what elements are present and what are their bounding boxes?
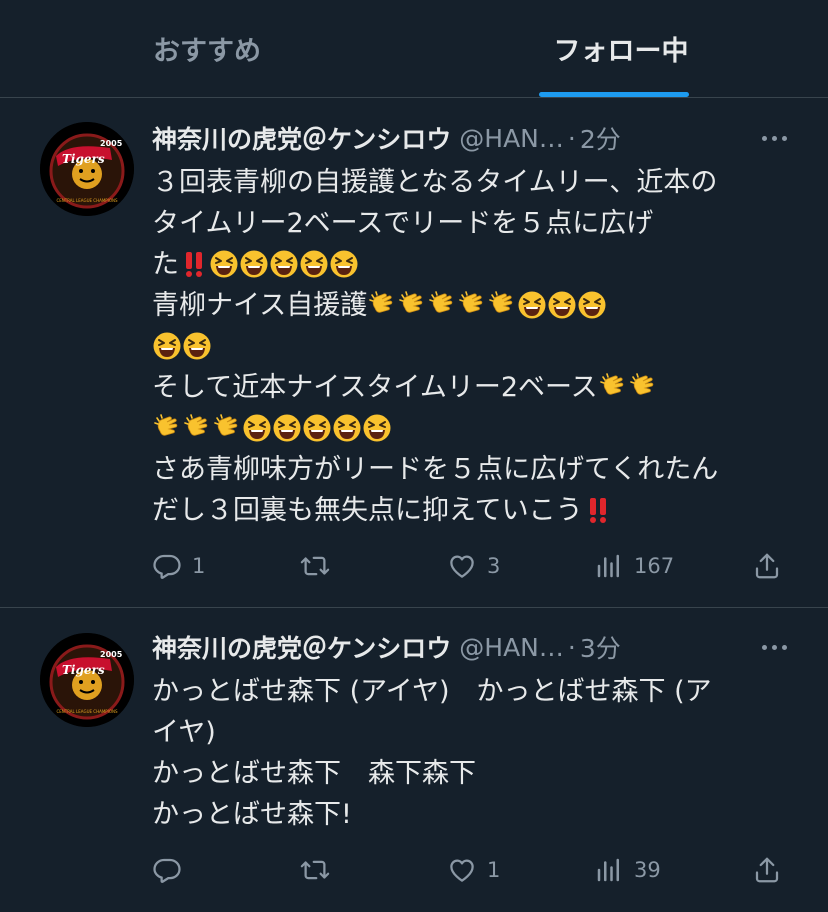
laughing-face-emoji — [333, 414, 361, 442]
clapping-hands-emoji — [154, 414, 178, 436]
retweet-button[interactable] — [300, 546, 340, 586]
tweet-line: 青柳ナイス自援護 — [152, 285, 792, 326]
laughing-face-emoji — [243, 414, 271, 442]
tigers-logo-avatar: 2005 Tigers CENTRAL LEAGUE CHAMPIONS — [40, 122, 134, 216]
laughing-face-emoji — [273, 414, 301, 442]
laughing-face-emoji — [210, 250, 238, 278]
avatar[interactable]: 2005 Tigers CENTRAL LEAGUE CHAMPIONS — [40, 122, 134, 216]
active-tab-indicator — [539, 92, 689, 97]
more-icon[interactable] — [756, 633, 792, 661]
share-icon — [755, 857, 779, 883]
laughing-face-emoji — [518, 291, 546, 319]
laughing-face-emoji — [578, 291, 606, 319]
tigers-logo-avatar: 2005 Tigers CENTRAL LEAGUE CHAMPIONS — [40, 633, 134, 727]
tweet-line: た — [152, 244, 792, 285]
separator-dot: · — [567, 123, 576, 153]
share-button[interactable] — [752, 850, 782, 890]
tweet-line: そして近本ナイスタイムリー2ベース — [152, 367, 792, 408]
tweet-line — [152, 408, 792, 449]
tweet-text: かっとばせ森下 (アイヤ) かっとばせ森下 (ア イヤ) かっとばせ森下 森下森… — [152, 671, 792, 835]
clapping-hands-emoji — [489, 291, 513, 313]
retweet-button[interactable] — [300, 850, 340, 890]
laughing-face-emoji — [270, 250, 298, 278]
tweet-header: 神奈川の虎党＠ケンシロウ @HAN… · 3分 — [152, 627, 792, 667]
tweet-header: 神奈川の虎党＠ケンシロウ @HAN… · 2分 — [152, 118, 792, 158]
tweet[interactable]: 2005 Tigers CENTRAL LEAGUE CHAMPIONS 神奈川… — [0, 98, 828, 608]
clapping-hands-emoji — [214, 414, 238, 436]
view-count: 167 — [634, 554, 675, 578]
timeline-tabs: おすすめ フォロー中 — [0, 0, 828, 98]
clapping-hands-emoji — [629, 373, 653, 395]
laughing-face-emoji — [548, 291, 576, 319]
avatar-logo-wordmark: Tigers — [62, 663, 105, 677]
tweet-line: だし３回裏も無失点に抑えていこう — [152, 490, 792, 531]
double-exclamation-emoji — [589, 498, 606, 523]
author-name[interactable]: 神奈川の虎党＠ケンシロウ — [152, 629, 451, 665]
tweet-actions: 1 39 — [152, 850, 792, 890]
heart-icon — [450, 555, 474, 578]
retweet-icon — [300, 860, 330, 880]
tweet[interactable]: 2005 Tigers CENTRAL LEAGUE CHAMPIONS 神奈川… — [0, 609, 828, 912]
more-icon[interactable] — [756, 124, 792, 152]
laughing-face-emoji — [363, 414, 391, 442]
views-button[interactable]: 167 — [594, 546, 674, 586]
clapping-hands-emoji — [459, 291, 483, 313]
like-count: 1 — [487, 858, 501, 882]
share-icon — [755, 553, 779, 579]
tab-following[interactable]: フォロー中 — [414, 0, 828, 97]
reply-button[interactable]: 1 — [152, 546, 205, 586]
tweet-line: さあ青柳味方がリードを５点に広げてくれたん — [152, 454, 719, 485]
tweet-line: タイムリー2ベースでリードを５点に広げ — [152, 208, 654, 239]
avatar-logo-year: 2005 — [100, 650, 123, 659]
like-button[interactable]: 3 — [447, 546, 500, 586]
tweet-line: かっとばせ森下! — [152, 799, 352, 830]
clapping-hands-emoji — [184, 414, 208, 436]
laughing-face-emoji — [240, 250, 268, 278]
views-button[interactable]: 39 — [594, 850, 661, 890]
laughing-face-emoji — [330, 250, 358, 278]
reply-icon — [153, 554, 181, 579]
tweet-line: かっとばせ森下 (アイヤ) かっとばせ森下 (ア — [152, 676, 712, 707]
like-button[interactable]: 1 — [447, 850, 500, 890]
clapping-hands-emoji — [369, 291, 393, 313]
clapping-hands-emoji — [429, 291, 453, 313]
author-handle[interactable]: @HAN… — [459, 124, 564, 153]
reply-count: 1 — [192, 554, 206, 578]
view-count: 39 — [634, 858, 661, 882]
reply-icon — [153, 858, 181, 883]
views-icon — [597, 858, 619, 882]
tweet-text: ３回表青柳の自援護となるタイムリー、近本の タイムリー2ベースでリードを５点に広… — [152, 162, 792, 531]
separator-dot: · — [567, 632, 576, 662]
timestamp[interactable]: 2分 — [580, 120, 621, 156]
share-button[interactable] — [752, 546, 782, 586]
tweet-line: かっとばせ森下 森下森下 — [152, 758, 476, 789]
tweet-line: イヤ) — [152, 717, 216, 748]
tweet-line: ３回表青柳の自援護となるタイムリー、近本の — [152, 167, 718, 198]
tab-for-you[interactable]: おすすめ — [0, 0, 414, 97]
double-exclamation-emoji — [186, 252, 202, 277]
heart-icon — [450, 859, 474, 882]
laughing-face-emoji — [303, 414, 331, 442]
tweet-line — [152, 326, 792, 367]
avatar[interactable]: 2005 Tigers CENTRAL LEAGUE CHAMPIONS — [40, 633, 134, 727]
laughing-face-emoji — [153, 332, 181, 360]
like-count: 3 — [487, 554, 501, 578]
author-name[interactable]: 神奈川の虎党＠ケンシロウ — [152, 120, 451, 156]
views-icon — [597, 554, 619, 578]
author-handle[interactable]: @HAN… — [459, 633, 564, 662]
tweet-actions: 1 3 167 — [152, 546, 792, 586]
clapping-hands-emoji — [599, 373, 623, 395]
laughing-face-emoji — [183, 332, 211, 360]
retweet-icon — [300, 556, 330, 576]
laughing-face-emoji — [300, 250, 328, 278]
avatar-logo-ring-text: CENTRAL LEAGUE CHAMPIONS — [56, 198, 118, 203]
clapping-hands-emoji — [399, 291, 423, 313]
timestamp[interactable]: 3分 — [580, 629, 621, 665]
reply-button[interactable] — [152, 850, 192, 890]
avatar-logo-year: 2005 — [100, 139, 123, 148]
avatar-logo-ring-text: CENTRAL LEAGUE CHAMPIONS — [56, 709, 118, 714]
avatar-logo-wordmark: Tigers — [62, 152, 105, 166]
